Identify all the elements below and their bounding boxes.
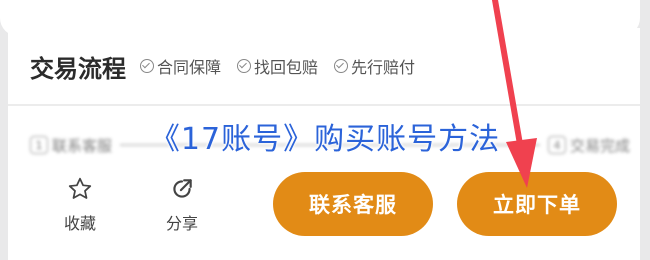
share-button[interactable]: 分享 — [152, 176, 212, 234]
trade-process-header: 交易流程 合同保障 找回包赔 先行赔付 — [30, 48, 431, 84]
badge-contract: 合同保障 — [140, 54, 221, 78]
badge-label: 先行赔付 — [351, 58, 416, 77]
overlay-title: 《17账号》购买账号方法 — [149, 122, 501, 157]
favorite-button[interactable]: 收藏 — [50, 176, 110, 234]
trade-process-title: 交易流程 — [30, 54, 126, 83]
check-circle-icon — [334, 59, 349, 73]
share-label: 分享 — [165, 214, 198, 233]
check-circle-icon — [140, 59, 154, 73]
favorite-label: 收藏 — [63, 214, 96, 233]
star-icon — [68, 177, 92, 199]
contact-service-button[interactable]: 联系客服 — [273, 172, 433, 236]
order-button[interactable]: 立即下单 — [457, 172, 617, 236]
share-icon — [173, 179, 192, 198]
badge-recovery: 找回包赔 — [237, 54, 318, 78]
badge-label: 找回包赔 — [254, 58, 319, 77]
badge-prepay: 先行赔付 — [334, 54, 415, 78]
divider — [8, 104, 640, 106]
check-circle-icon — [237, 59, 252, 73]
badge-label: 合同保障 — [157, 58, 222, 77]
